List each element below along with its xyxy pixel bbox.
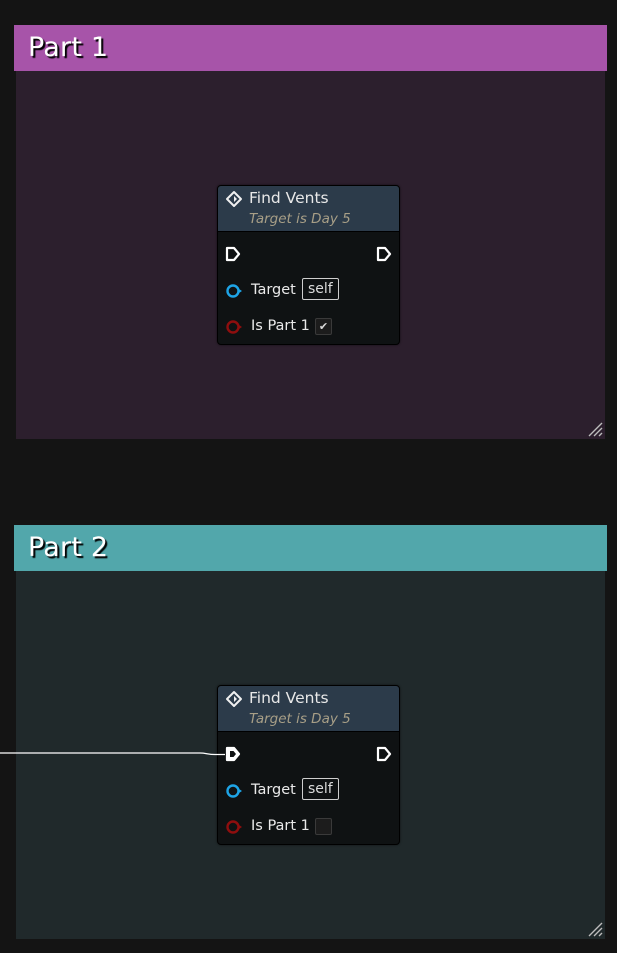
resize-grip-icon[interactable] xyxy=(587,421,603,437)
comment-box-part-1[interactable]: Part 1 Find Vents Target is Day 5 Target… xyxy=(14,25,607,439)
exec-in-pin-icon[interactable] xyxy=(225,246,241,262)
is-part-1-label: Is Part 1 xyxy=(251,818,310,834)
bool-pin-icon[interactable] xyxy=(225,818,243,836)
node-header[interactable]: Find Vents Target is Day 5 xyxy=(218,686,399,732)
node-header[interactable]: Find Vents Target is Day 5 xyxy=(218,186,399,232)
is-part-1-checkbox[interactable] xyxy=(315,818,332,835)
function-diamond-icon xyxy=(226,691,242,707)
target-value-box[interactable]: self xyxy=(302,278,339,300)
comment-title: Part 1 xyxy=(28,32,109,63)
exec-wire[interactable] xyxy=(0,750,230,760)
comment-header[interactable]: Part 2 xyxy=(14,525,607,571)
node-subtitle: Target is Day 5 xyxy=(249,211,351,227)
comment-header[interactable]: Part 1 xyxy=(14,25,607,71)
node-title: Find Vents xyxy=(249,189,329,207)
is-part-1-checkbox[interactable]: ✔ xyxy=(315,318,332,335)
function-node[interactable]: Find Vents Target is Day 5 Target self I… xyxy=(217,685,400,845)
resize-grip-icon[interactable] xyxy=(587,921,603,937)
exec-out-pin-icon[interactable] xyxy=(376,246,392,262)
comment-title: Part 2 xyxy=(28,532,109,563)
target-label: Target xyxy=(251,282,296,298)
is-part-1-label: Is Part 1 xyxy=(251,318,310,334)
object-pin-icon[interactable] xyxy=(225,282,243,300)
node-title: Find Vents xyxy=(249,689,329,707)
function-diamond-icon xyxy=(226,191,242,207)
bool-pin-icon[interactable] xyxy=(225,318,243,336)
node-subtitle: Target is Day 5 xyxy=(249,711,351,727)
function-node[interactable]: Find Vents Target is Day 5 Target self I… xyxy=(217,185,400,345)
exec-out-pin-icon[interactable] xyxy=(376,746,392,762)
comment-box-part-2[interactable]: Part 2 Find Vents Target is Day 5 Target… xyxy=(14,525,607,939)
object-pin-icon[interactable] xyxy=(225,782,243,800)
target-label: Target xyxy=(251,782,296,798)
target-value-box[interactable]: self xyxy=(302,778,339,800)
